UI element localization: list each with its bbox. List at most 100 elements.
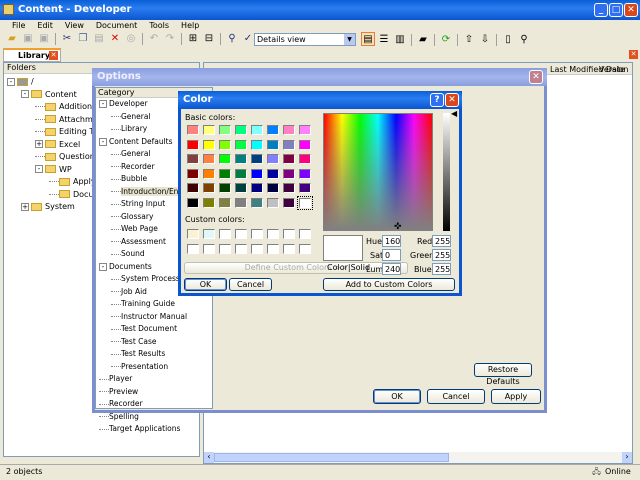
category-item[interactable]: Presentation: [96, 361, 212, 374]
custom-color-swatch[interactable]: [235, 229, 247, 239]
custom-color-swatch[interactable]: [299, 229, 311, 239]
undo-icon[interactable]: ↶: [147, 32, 161, 46]
basic-color-swatch[interactable]: [299, 154, 311, 164]
basic-color-swatch[interactable]: [187, 168, 199, 179]
basic-color-swatch[interactable]: [203, 197, 215, 208]
save-icon[interactable]: ▣: [21, 32, 35, 46]
basic-color-swatch[interactable]: [251, 139, 263, 150]
menu-help[interactable]: Help: [181, 21, 199, 30]
basic-color-swatch[interactable]: [283, 139, 295, 150]
basic-color-swatch[interactable]: [267, 125, 279, 135]
custom-color-swatch[interactable]: [267, 243, 279, 254]
basic-color-swatch[interactable]: [203, 154, 215, 164]
collapse-icon[interactable]: -: [99, 100, 107, 108]
library-tab[interactable]: Library ✕: [3, 48, 61, 62]
custom-color-swatch[interactable]: [203, 229, 215, 239]
basic-color-swatch[interactable]: [299, 183, 311, 193]
category-item[interactable]: Spelling: [96, 411, 212, 424]
basic-color-swatch[interactable]: [297, 195, 313, 210]
basic-color-swatch[interactable]: [235, 168, 247, 179]
spelling-icon[interactable]: ✓: [241, 32, 255, 46]
options-cancel-button[interactable]: Cancel: [427, 389, 485, 404]
red-input[interactable]: 255: [432, 235, 451, 247]
category-item[interactable]: Training Guide: [96, 298, 212, 311]
sat-input[interactable]: 0: [382, 249, 401, 261]
basic-color-swatch[interactable]: [251, 168, 263, 179]
find-icon[interactable]: ⚲: [225, 32, 239, 46]
basic-color-swatch[interactable]: [283, 183, 295, 193]
hue-input[interactable]: 160: [382, 235, 401, 247]
basic-color-swatch[interactable]: [267, 154, 279, 164]
green-input[interactable]: 255: [432, 249, 451, 261]
view-select[interactable]: Details view ▼: [254, 33, 356, 46]
tab-close-icon[interactable]: ✕: [49, 51, 58, 60]
help-button[interactable]: ?: [430, 93, 444, 107]
basic-color-swatch[interactable]: [251, 183, 263, 193]
luminosity-bar[interactable]: [443, 113, 450, 231]
basic-color-swatch[interactable]: [187, 197, 199, 208]
chevron-down-icon[interactable]: ▼: [344, 34, 355, 45]
category-item[interactable]: Recorder: [96, 398, 212, 411]
menu-view[interactable]: View: [65, 21, 84, 30]
collapse-icon[interactable]: -: [21, 90, 29, 98]
custom-color-swatch[interactable]: [219, 229, 231, 239]
color-cancel-button[interactable]: Cancel: [229, 278, 272, 291]
basic-color-swatch[interactable]: [203, 168, 215, 179]
basic-color-swatch[interactable]: [219, 139, 231, 150]
basic-color-swatch[interactable]: [283, 125, 295, 135]
basic-color-swatch[interactable]: [235, 139, 247, 150]
blue-input[interactable]: 255: [432, 263, 451, 275]
basic-color-swatch[interactable]: [187, 183, 199, 193]
basic-color-swatch[interactable]: [267, 183, 279, 193]
basic-color-swatch[interactable]: [299, 125, 311, 135]
horizontal-scrollbar[interactable]: ‹ ›: [204, 452, 632, 463]
custom-color-swatch[interactable]: [235, 243, 247, 254]
basic-color-swatch[interactable]: [219, 197, 231, 208]
custom-color-swatch[interactable]: [251, 229, 263, 239]
search-doc-icon[interactable]: ⚲: [517, 33, 531, 47]
collapse-icon[interactable]: -: [99, 137, 107, 146]
scroll-right-icon[interactable]: ›: [622, 452, 632, 463]
options-close-button[interactable]: ✕: [529, 70, 543, 84]
category-item[interactable]: Preview: [96, 386, 212, 399]
panel-close-icon[interactable]: ✕: [629, 50, 638, 59]
basic-color-swatch[interactable]: [219, 154, 231, 164]
restore-defaults-button[interactable]: Restore Defaults: [474, 363, 532, 386]
folder-up-icon[interactable]: ▰: [416, 33, 430, 47]
cut-icon[interactable]: ✂: [60, 32, 74, 46]
save-all-icon[interactable]: ▣: [37, 32, 51, 46]
basic-color-swatch[interactable]: [187, 125, 199, 135]
maximize-button[interactable]: □: [609, 3, 623, 17]
basic-color-swatch[interactable]: [283, 168, 295, 179]
basic-color-swatch[interactable]: [235, 197, 247, 208]
menu-tools[interactable]: Tools: [149, 21, 169, 30]
scroll-left-icon[interactable]: ‹: [204, 452, 214, 463]
color-spectrum[interactable]: ✜: [323, 113, 433, 232]
color-close-button[interactable]: ✕: [445, 93, 459, 107]
split-horizontal-icon[interactable]: ☰: [377, 33, 391, 47]
lum-input[interactable]: 240: [382, 263, 401, 275]
custom-color-swatch[interactable]: [187, 229, 199, 239]
basic-color-swatch[interactable]: [187, 139, 199, 150]
basic-color-swatch[interactable]: [267, 139, 279, 150]
open-icon[interactable]: ▰: [5, 32, 19, 46]
custom-color-swatch[interactable]: [267, 229, 279, 239]
menu-edit[interactable]: Edit: [37, 21, 53, 30]
basic-color-swatch[interactable]: [283, 197, 295, 208]
category-item[interactable]: Test Case: [96, 336, 212, 349]
minimize-button[interactable]: _: [594, 3, 608, 17]
expand-icon[interactable]: +: [21, 202, 29, 211]
category-item[interactable]: Target Applications: [96, 423, 212, 436]
basic-color-swatch[interactable]: [235, 154, 247, 164]
close-button[interactable]: ✕: [624, 3, 638, 17]
document-icon[interactable]: ▯: [501, 33, 515, 47]
custom-color-swatch[interactable]: [251, 243, 263, 254]
basic-color-swatch[interactable]: [235, 125, 247, 135]
basic-color-swatch[interactable]: [299, 168, 311, 179]
collapse-icon[interactable]: -: [7, 77, 15, 86]
collapse-icon[interactable]: -: [99, 262, 107, 271]
custom-color-swatch[interactable]: [187, 243, 199, 254]
copy-icon[interactable]: ❐: [76, 32, 90, 46]
refresh-icon[interactable]: ⟳: [439, 33, 453, 47]
basic-color-swatch[interactable]: [203, 125, 215, 135]
